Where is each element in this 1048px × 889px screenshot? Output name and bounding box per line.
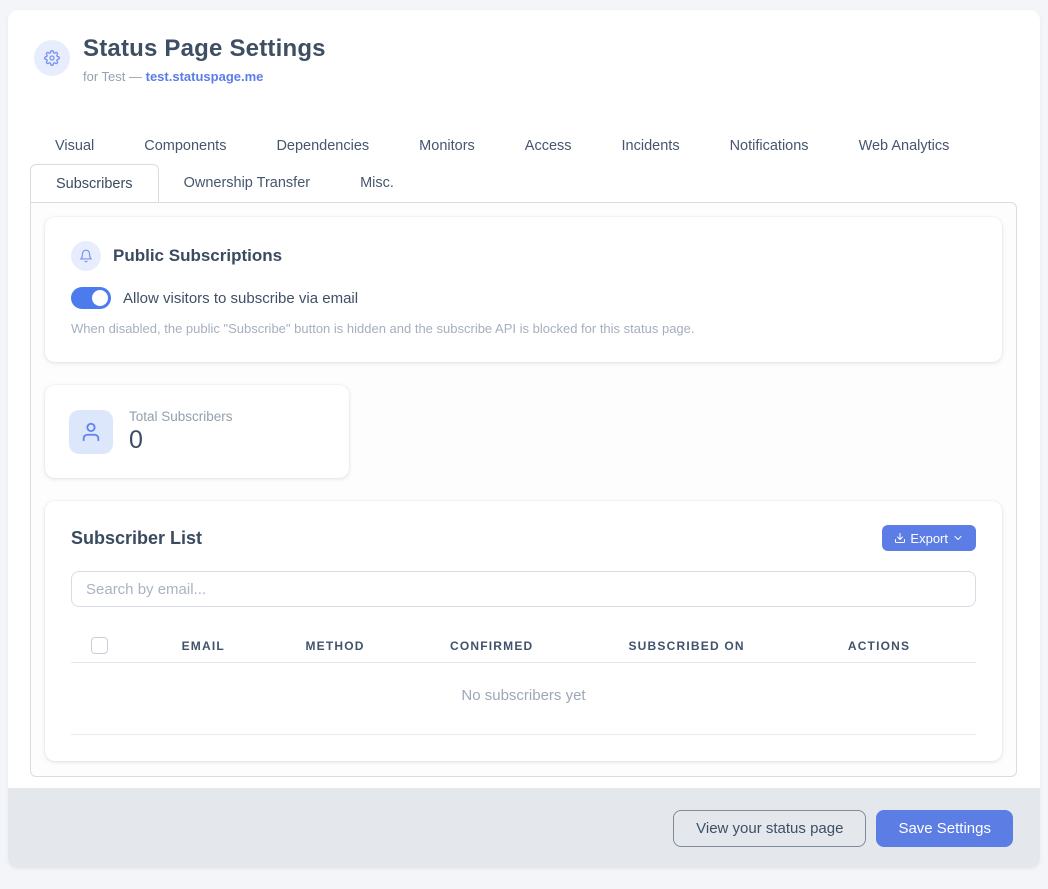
page-footer: View your status page Save Settings [8,788,1040,868]
gear-icon [34,40,70,76]
tab-access[interactable]: Access [500,131,597,161]
tab-ownership-transfer[interactable]: Ownership Transfer [159,164,336,202]
export-button[interactable]: Export [882,525,976,551]
export-button-label: Export [910,531,948,546]
empty-state-message: No subscribers yet [71,663,976,735]
allow-subscribe-label: Allow visitors to subscribe via email [123,290,358,307]
total-subscribers-value: 0 [129,426,233,454]
total-subscribers-card: Total Subscribers 0 [45,385,349,478]
subscriber-list-header: Subscriber List Export [71,525,976,551]
select-all-cell [71,637,129,654]
view-status-page-button[interactable]: View your status page [673,810,866,847]
search-input[interactable] [71,571,976,607]
subscriber-table-header: EMAIL METHOD CONFIRMED SUBSCRIBED ON ACT… [71,629,976,663]
header-text-block: Status Page Settings for Test — test.sta… [83,34,326,85]
page-header: Status Page Settings for Test — test.sta… [8,10,1040,85]
subscribe-toggle-row: Allow visitors to subscribe via email [71,287,976,309]
total-subscribers-label: Total Subscribers [129,409,233,424]
tab-row-1: Visual Components Dependencies Monitors … [30,131,1017,161]
subtitle-prefix: for Test — [83,69,146,84]
tab-subscribers[interactable]: Subscribers [30,164,159,202]
public-subscriptions-header: Public Subscriptions [71,241,976,271]
public-subscriptions-card: Public Subscriptions Allow visitors to s… [45,217,1002,362]
tab-web-analytics[interactable]: Web Analytics [834,131,975,161]
column-header-confirmed: CONFIRMED [392,639,591,653]
toggle-knob [92,290,108,306]
settings-tabs: Visual Components Dependencies Monitors … [30,131,1017,202]
subscriber-list-card: Subscriber List Export [45,501,1002,761]
chevron-down-icon [952,532,964,544]
tab-components[interactable]: Components [119,131,251,161]
page-subtitle: for Test — test.statuspage.me [83,68,326,85]
save-settings-button[interactable]: Save Settings [876,810,1013,847]
settings-page-card: Status Page Settings for Test — test.sta… [8,10,1040,868]
public-subscriptions-title: Public Subscriptions [113,246,282,266]
tab-notifications[interactable]: Notifications [705,131,834,161]
tab-row-2: Subscribers Ownership Transfer Misc. [30,164,1017,202]
status-page-link[interactable]: test.statuspage.me [146,69,264,84]
column-header-actions: ACTIONS [782,639,976,653]
bell-icon [71,241,101,271]
tab-visual[interactable]: Visual [30,131,119,161]
select-all-checkbox[interactable] [91,637,108,654]
user-icon [69,410,113,454]
subscribe-helper-text: When disabled, the public "Subscribe" bu… [71,320,976,337]
allow-subscribe-toggle[interactable] [71,287,111,309]
stat-text-block: Total Subscribers 0 [129,409,233,454]
download-icon [894,532,906,544]
column-header-method: METHOD [278,639,392,653]
subscribers-tab-panel: Public Subscriptions Allow visitors to s… [30,202,1017,777]
tab-dependencies[interactable]: Dependencies [251,131,394,161]
tab-monitors[interactable]: Monitors [394,131,500,161]
column-header-email: EMAIL [129,639,278,653]
column-header-subscribed-on: SUBSCRIBED ON [591,639,782,653]
page-title: Status Page Settings [83,34,326,64]
tab-misc[interactable]: Misc. [335,164,419,202]
subscriber-list-title: Subscriber List [71,528,202,549]
tab-incidents[interactable]: Incidents [597,131,705,161]
